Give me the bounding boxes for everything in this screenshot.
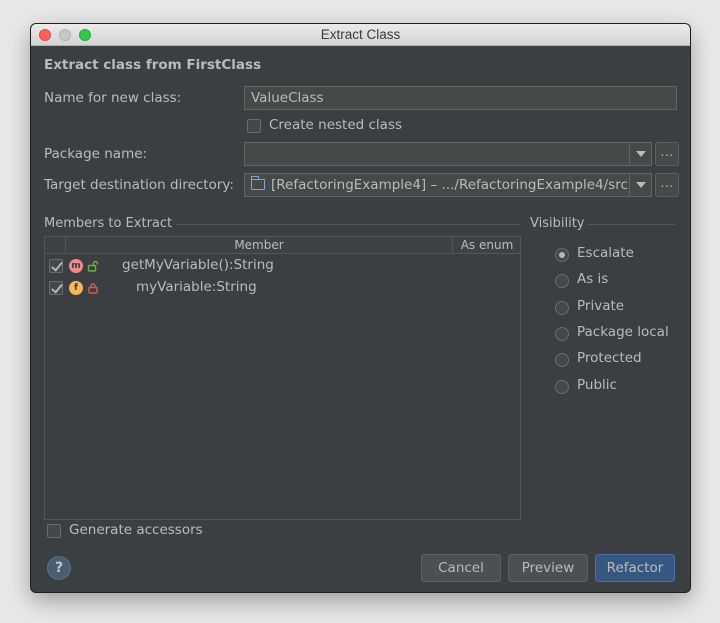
target-directory-label: Target destination directory: — [44, 177, 234, 193]
visibility-section-title: Visibility — [530, 216, 585, 231]
generate-accessors-label: Generate accessors — [69, 522, 203, 538]
locked-icon — [88, 283, 98, 294]
target-dropdown-arrow[interactable] — [629, 173, 651, 197]
radio-escalate-label: Escalate — [577, 245, 634, 261]
member-column-header[interactable]: Member — [66, 237, 453, 253]
member-checkbox[interactable] — [49, 281, 63, 295]
target-browse-button[interactable]: ... — [655, 173, 679, 197]
dialog-heading: Extract class from FirstClass — [44, 57, 262, 73]
preview-button[interactable]: Preview — [508, 554, 588, 582]
member-name: myVariable:String — [136, 279, 257, 295]
target-directory-value: [RefactoringExample4] – .../RefactoringE… — [271, 177, 628, 193]
folder-icon — [250, 176, 265, 190]
package-browse-button[interactable]: ... — [655, 142, 679, 166]
unlocked-icon — [87, 260, 99, 272]
member-checkbox[interactable] — [49, 259, 63, 273]
radio-escalate[interactable] — [555, 248, 569, 262]
members-separator — [176, 224, 520, 225]
name-label: Name for new class: — [44, 90, 182, 106]
field-icon: f — [69, 281, 83, 295]
generate-accessors-checkbox[interactable] — [47, 524, 61, 538]
target-directory-select[interactable]: [RefactoringExample4] – .../RefactoringE… — [244, 173, 652, 197]
package-name-label: Package name: — [44, 146, 148, 162]
radio-as-is-label: As is — [577, 271, 609, 287]
members-table[interactable]: Member As enum m getMyVariable():String … — [44, 236, 521, 520]
title-bar[interactable]: Extract Class — [31, 24, 690, 46]
radio-package-local-label: Package local — [577, 324, 669, 340]
radio-package-local[interactable] — [555, 327, 569, 341]
table-row[interactable]: m getMyVariable():String — [45, 255, 520, 277]
visibility-separator — [587, 224, 675, 225]
cancel-button[interactable]: Cancel — [421, 554, 501, 582]
radio-private[interactable] — [555, 301, 569, 315]
radio-public-label: Public — [577, 377, 617, 393]
radio-protected-label: Protected — [577, 350, 642, 366]
member-name: getMyVariable():String — [122, 257, 274, 273]
refactor-button[interactable]: Refactor — [595, 554, 675, 582]
extract-class-dialog: Extract Class Extract class from FirstCl… — [31, 24, 690, 592]
radio-as-is[interactable] — [555, 274, 569, 288]
radio-public[interactable] — [555, 380, 569, 394]
method-icon: m — [69, 259, 83, 273]
members-table-header: Member As enum — [45, 237, 520, 254]
as-enum-column-header[interactable]: As enum — [454, 237, 520, 253]
checkbox-column-header[interactable] — [45, 237, 66, 253]
create-nested-class-label: Create nested class — [269, 117, 403, 133]
package-name-input[interactable] — [244, 142, 652, 166]
package-dropdown-arrow[interactable] — [629, 142, 651, 166]
radio-protected[interactable] — [555, 353, 569, 367]
members-section-title: Members to Extract — [44, 216, 173, 231]
window-title: Extract Class — [320, 27, 401, 42]
help-button[interactable]: ? — [47, 556, 71, 580]
create-nested-class-checkbox[interactable] — [247, 119, 261, 133]
radio-private-label: Private — [577, 298, 625, 314]
class-name-input[interactable]: ValueClass — [244, 86, 677, 110]
table-row[interactable]: f myVariable:String — [45, 277, 520, 299]
